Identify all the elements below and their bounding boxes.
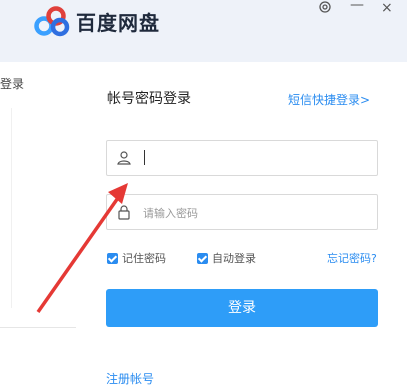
account-field[interactable] <box>106 140 378 176</box>
text-cursor <box>144 150 145 165</box>
auto-login-label: 自动登录 <box>212 252 256 265</box>
left-panel-label: 登录 <box>0 77 25 91</box>
auto-login-checkbox[interactable]: 自动登录 <box>197 250 256 266</box>
sms-quick-login-link[interactable]: 短信快捷登录> <box>288 91 370 108</box>
forgot-password-link[interactable]: 忘记密码? <box>327 250 377 266</box>
left-bottom-divider <box>0 327 76 328</box>
title-bar: 百度网盘 — × <box>0 0 407 62</box>
password-field[interactable]: 请输入密码 <box>106 194 378 230</box>
password-placeholder: 请输入密码 <box>143 207 198 220</box>
close-button[interactable]: × <box>381 0 393 16</box>
checkbox-checked-icon <box>197 253 208 264</box>
minimize-button[interactable]: — <box>350 0 364 13</box>
login-title: 帐号密码登录 <box>107 91 191 107</box>
remember-password-label: 记住密码 <box>122 252 166 265</box>
remember-password-checkbox[interactable]: 记住密码 <box>107 250 166 266</box>
baidu-netdisk-logo-icon <box>34 6 70 37</box>
settings-icon[interactable] <box>318 0 332 14</box>
left-panel <box>0 62 54 385</box>
lock-icon <box>118 205 130 220</box>
left-divider <box>11 108 12 308</box>
login-button[interactable]: 登录 <box>106 289 378 327</box>
register-account-link[interactable]: 注册帐号 <box>106 370 154 387</box>
user-icon <box>117 151 131 165</box>
checkbox-checked-icon <box>107 253 118 264</box>
app-title: 百度网盘 <box>76 11 160 35</box>
